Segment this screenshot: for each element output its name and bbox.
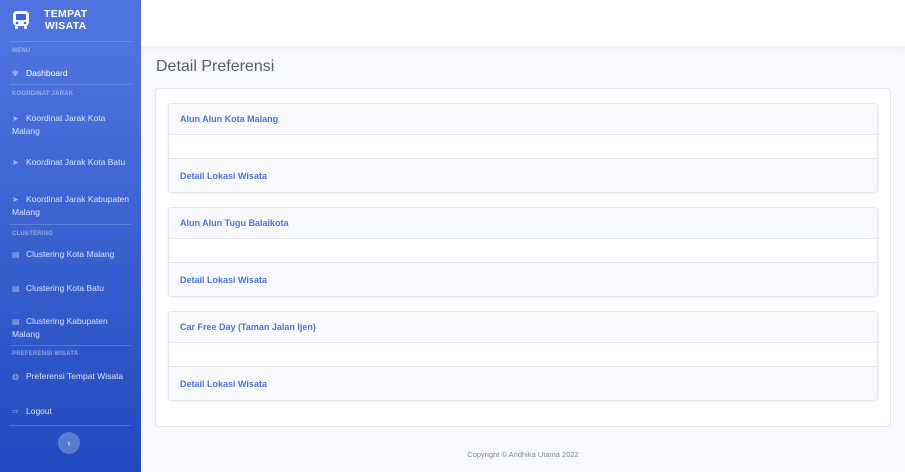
card-body xyxy=(169,343,877,366)
preference-card: Alun Alun Kota Malang Detail Lokasi Wisa… xyxy=(168,103,878,193)
page-title: Detail Preferensi xyxy=(156,58,275,75)
sidebar: TEMPAT WISATA MENU ✾ Dashboard KOORDINAT … xyxy=(0,0,141,472)
card-body xyxy=(169,135,877,158)
heading-preferensi: PREFERENSI WISATA xyxy=(12,351,79,357)
copyright-footer: Copyright © Andhika Utama 2022 xyxy=(467,450,579,459)
sidebar-item-clustering-kabupaten-malang[interactable]: ▤ Clustering Kabupaten Malang xyxy=(0,315,141,340)
send-icon: ➤ xyxy=(12,158,19,167)
sidebar-divider xyxy=(10,224,131,225)
heading-menu: MENU xyxy=(12,48,31,54)
detail-lokasi-link[interactable]: Detail Lokasi Wisata xyxy=(180,171,267,181)
sign-out-icon: ⇨ xyxy=(12,407,19,416)
sidebar-item-preferensi[interactable]: ◍ Preferensi Tempat Wisata xyxy=(0,370,141,383)
sidebar-brand[interactable]: TEMPAT WISATA xyxy=(0,0,141,40)
brand-title: TEMPAT WISATA xyxy=(44,8,88,32)
card-body xyxy=(169,239,877,262)
preference-card: Car Free Day (Taman Jalan Ijen) Detail L… xyxy=(168,311,878,401)
detail-lokasi-link[interactable]: Detail Lokasi Wisata xyxy=(180,379,267,389)
card-header: Alun Alun Tugu Balaikota xyxy=(169,208,877,239)
sidebar-item-dashboard[interactable]: ✾ Dashboard xyxy=(0,67,141,80)
card-footer: Detail Lokasi Wisata xyxy=(169,366,877,400)
heading-clustering: CLUSTERING xyxy=(12,231,53,237)
card-header: Alun Alun Kota Malang xyxy=(169,104,877,135)
palette-icon: ✾ xyxy=(12,69,19,78)
card-footer: Detail Lokasi Wisata xyxy=(169,262,877,296)
sidebar-item-clustering-kota-batu[interactable]: ▤ Clustering Kota Batu xyxy=(0,282,141,295)
topbar xyxy=(141,0,905,46)
table-icon: ▤ xyxy=(12,250,20,259)
detail-lokasi-link[interactable]: Detail Lokasi Wisata xyxy=(180,275,267,285)
bus-icon xyxy=(10,9,32,31)
preference-card: Alun Alun Tugu Balaikota Detail Lokasi W… xyxy=(168,207,878,297)
chevron-left-icon: ‹ xyxy=(67,438,71,448)
table-icon: ▤ xyxy=(12,317,20,326)
sidebar-item-koordinat-kabupaten-malang[interactable]: ➤ Koordinat Jarak Kabupaten Malang xyxy=(0,193,141,218)
sidebar-toggle-button[interactable]: ‹ xyxy=(58,432,80,454)
card-footer: Detail Lokasi Wisata xyxy=(169,158,877,192)
globe-icon: ◍ xyxy=(12,372,19,381)
send-icon: ➤ xyxy=(12,195,19,204)
sidebar-divider xyxy=(10,345,131,346)
sidebar-divider xyxy=(10,41,131,42)
send-icon: ➤ xyxy=(12,114,19,123)
sidebar-item-koordinat-kota-malang[interactable]: ➤ Koordinat Jarak Kota Malang xyxy=(0,112,141,137)
sidebar-item-clustering-kota-malang[interactable]: ▤ Clustering Kota Malang xyxy=(0,248,141,261)
sidebar-item-koordinat-kota-batu[interactable]: ➤ Koordinat Jarak Kota Batu xyxy=(0,156,141,169)
card-header: Car Free Day (Taman Jalan Ijen) xyxy=(169,312,877,343)
table-icon: ▤ xyxy=(12,284,20,293)
sidebar-item-logout[interactable]: ⇨ Logout xyxy=(0,405,141,418)
heading-koordinat: KOORDINAT JARAK xyxy=(12,91,74,97)
sidebar-divider xyxy=(10,425,131,426)
sidebar-divider xyxy=(10,84,131,85)
